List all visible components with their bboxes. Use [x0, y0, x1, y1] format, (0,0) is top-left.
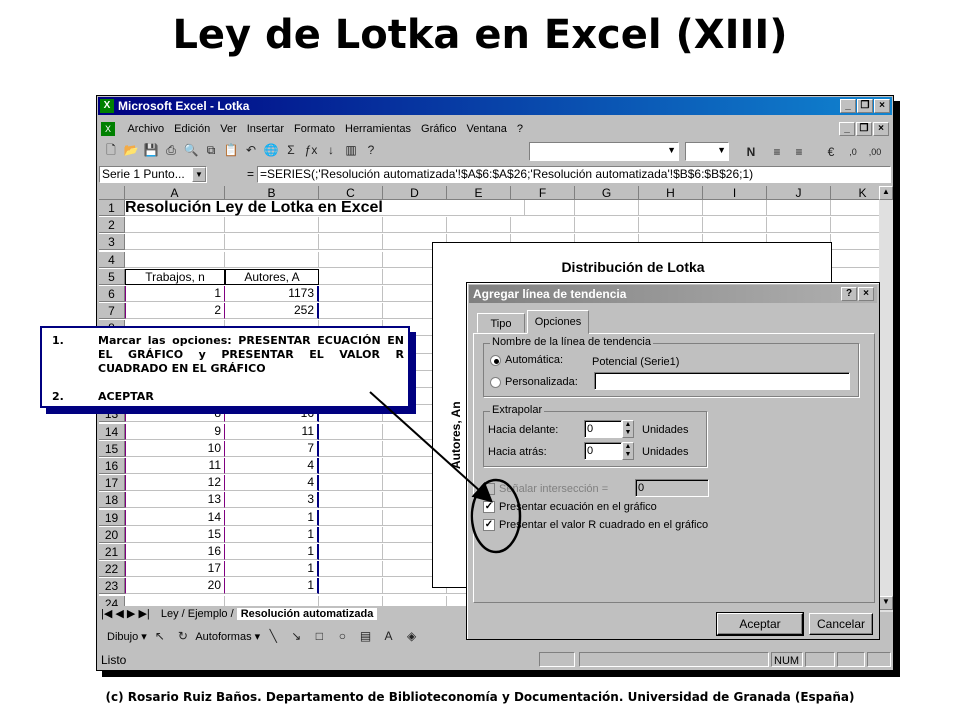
pointer-arrow [369, 391, 493, 503]
highlight-ellipse [470, 478, 522, 554]
annotation-overlay [369, 391, 522, 554]
slide-footer: (c) Rosario Ruiz Baños. Departamento de … [105, 690, 855, 704]
sheet-title[interactable]: Resolución Ley de Lotka en Excel [125, 200, 525, 216]
tab-opciones[interactable]: Opciones [527, 310, 589, 334]
